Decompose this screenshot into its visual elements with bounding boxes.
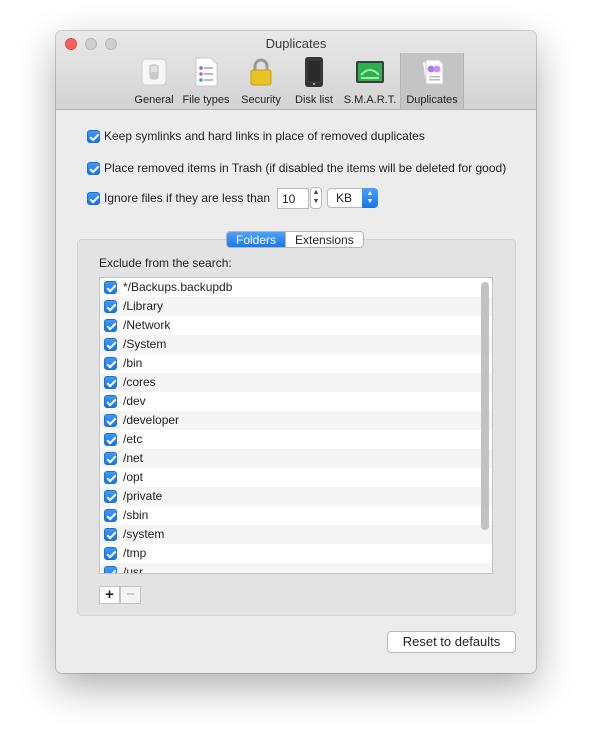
list-item[interactable]: /cores	[100, 373, 492, 392]
toolbar: Duplicates General File types Security D…	[56, 31, 536, 110]
list-item[interactable]: /developer	[100, 411, 492, 430]
tab-label: File types	[182, 94, 230, 106]
list-item[interactable]: /net	[100, 449, 492, 468]
tab-smart[interactable]: S.M.A.R.T.	[341, 53, 399, 109]
list-item[interactable]: /etc	[100, 430, 492, 449]
folder-path: /cores	[123, 375, 156, 389]
excluded-folders-list[interactable]: */Backups.backupdb /Library /Network /Sy…	[99, 277, 493, 574]
add-folder-button[interactable]: +	[99, 586, 120, 604]
folder-path: /Network	[123, 318, 171, 332]
preferences-window: Duplicates General File types Security D…	[56, 31, 536, 673]
folder-path: /sbin	[123, 508, 149, 522]
trash-label: Place removed items in Trash (if disable…	[104, 161, 507, 175]
trash-checkbox[interactable]	[87, 162, 100, 175]
folder-path: /opt	[123, 470, 144, 484]
size-unit-select[interactable]: KB ▲ ▼	[327, 188, 378, 208]
folder-checkbox[interactable]	[104, 490, 117, 503]
folder-checkbox[interactable]	[104, 281, 117, 294]
folder-path: /tmp	[123, 546, 147, 560]
tab-label: Disk list	[295, 94, 333, 106]
folder-checkbox[interactable]	[104, 566, 117, 573]
list-item[interactable]: /dev	[100, 392, 492, 411]
list-item[interactable]: /tmp	[100, 544, 492, 563]
ignore-small-label: Ignore files if they are less than	[104, 191, 271, 205]
tab-label: S.M.A.R.T.	[343, 94, 397, 106]
tab-label: Security	[241, 94, 281, 106]
folder-checkbox[interactable]	[104, 452, 117, 465]
tab-general[interactable]: General	[130, 53, 178, 109]
size-unit-value: KB	[336, 191, 353, 205]
folder-checkbox[interactable]	[104, 300, 117, 313]
list-item[interactable]: */Backups.backupdb	[100, 278, 492, 297]
folder-path: */Backups.backupdb	[123, 280, 233, 294]
tab-label: General	[134, 94, 174, 106]
document-list-icon	[195, 57, 218, 87]
tab-label: Duplicates	[406, 94, 458, 106]
folder-checkbox[interactable]	[104, 433, 117, 446]
list-item[interactable]: /system	[100, 525, 492, 544]
min-size-stepper[interactable]: ▲ ▼	[310, 187, 322, 209]
gauge-icon	[356, 61, 384, 83]
exclude-label: Exclude from the search:	[99, 256, 232, 270]
tab-file-types[interactable]: File types	[179, 53, 233, 109]
lock-icon	[250, 58, 272, 86]
keep-links-checkbox[interactable]	[87, 130, 100, 143]
chevron-up-icon: ▲	[312, 189, 320, 196]
ignore-small-checkbox[interactable]	[87, 192, 100, 205]
folder-checkbox[interactable]	[104, 376, 117, 389]
reset-to-defaults-button[interactable]: Reset to defaults	[387, 631, 516, 653]
toggle-switch-icon	[141, 58, 167, 86]
list-item[interactable]: /bin	[100, 354, 492, 373]
list-item[interactable]: /Network	[100, 316, 492, 335]
folder-path: /Library	[123, 299, 164, 313]
folder-path: /developer	[123, 413, 180, 427]
window-title: Duplicates	[265, 36, 327, 51]
min-size-field[interactable]: 10	[277, 188, 309, 209]
duplicate-files-icon	[421, 59, 444, 86]
segment-folders[interactable]: Folders	[227, 232, 286, 247]
tab-disk-list[interactable]: Disk list	[288, 53, 340, 109]
folder-path: /etc	[123, 432, 143, 446]
chevron-updown-icon: ▲ ▼	[362, 188, 378, 208]
list-item[interactable]: /opt	[100, 468, 492, 487]
list-item[interactable]: /sbin	[100, 506, 492, 525]
folder-path: /usr	[123, 565, 144, 574]
hard-drive-icon	[305, 57, 323, 87]
chevron-down-icon: ▼	[312, 198, 320, 205]
folder-path: /System	[123, 337, 167, 351]
folder-path: /private	[123, 489, 163, 503]
folder-checkbox[interactable]	[104, 528, 117, 541]
folder-path: /dev	[123, 394, 146, 408]
folder-checkbox[interactable]	[104, 509, 117, 522]
list-item[interactable]: /System	[100, 335, 492, 354]
folder-checkbox[interactable]	[104, 547, 117, 560]
folder-checkbox[interactable]	[104, 395, 117, 408]
list-scrollbar[interactable]	[481, 282, 489, 530]
folder-path: /bin	[123, 356, 143, 370]
folders-extensions-segmented-control: Folders Extensions	[226, 231, 364, 248]
keep-links-label: Keep symlinks and hard links in place of…	[104, 129, 425, 143]
tab-security[interactable]: Security	[236, 53, 286, 109]
folder-checkbox[interactable]	[104, 338, 117, 351]
list-item[interactable]: /usr	[100, 563, 492, 574]
folder-checkbox[interactable]	[104, 414, 117, 427]
folder-checkbox[interactable]	[104, 319, 117, 332]
list-item[interactable]: /private	[100, 487, 492, 506]
segment-extensions[interactable]: Extensions	[285, 232, 363, 247]
folder-checkbox[interactable]	[104, 471, 117, 484]
folder-checkbox[interactable]	[104, 357, 117, 370]
tab-duplicates[interactable]: Duplicates	[400, 53, 464, 109]
remove-folder-button[interactable]: −	[120, 586, 141, 604]
folder-path: /net	[123, 451, 144, 465]
list-item[interactable]: /Library	[100, 297, 492, 316]
folder-path: /system	[123, 527, 165, 541]
